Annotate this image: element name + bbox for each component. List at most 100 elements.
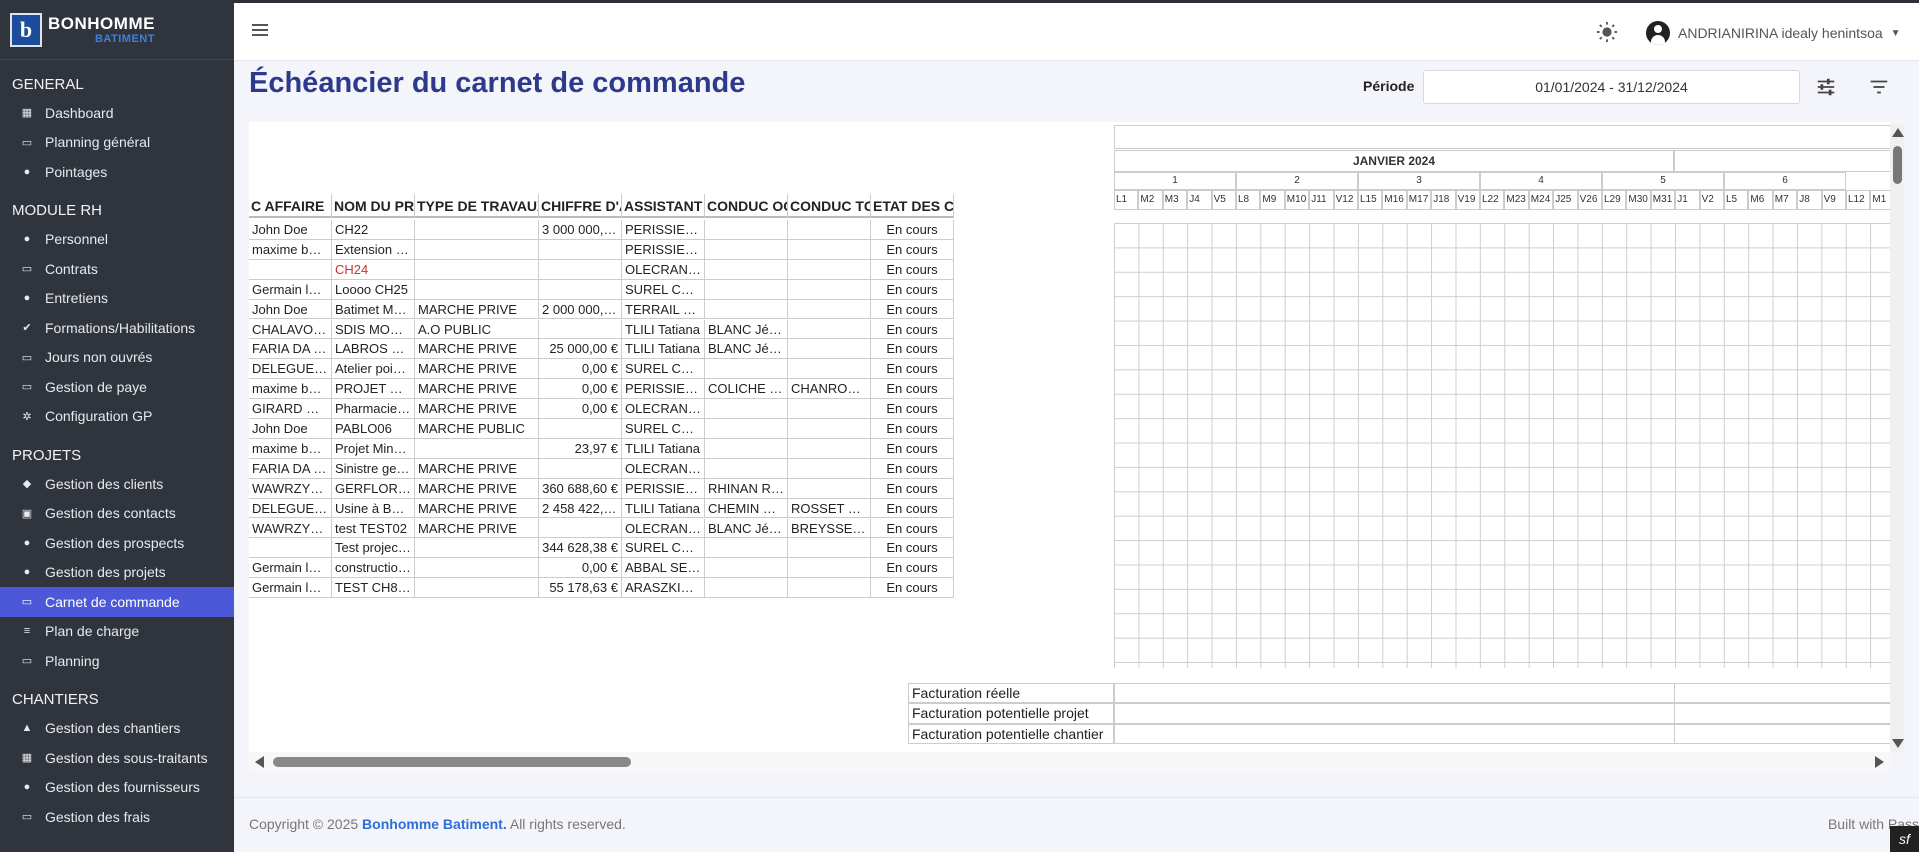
- user-menu[interactable]: ANDRIANIRINA idealy henintsoa ▼: [1646, 21, 1901, 45]
- sidebar-item[interactable]: ✔ Formations/Habilitations: [0, 313, 234, 343]
- table-row[interactable]: maxime bonh…Projet Mineral … 23,97 €TLILI…: [249, 438, 954, 459]
- table-cell: PABLO06: [332, 419, 415, 439]
- scroll-right-icon[interactable]: [1875, 756, 1884, 768]
- table-row[interactable]: John DoePABLO06MARCHE PUBLIC SUREL Camill…: [249, 419, 954, 439]
- scroll-down-icon[interactable]: [1892, 739, 1904, 748]
- table-row[interactable]: maxime bonh…Extension bati… PERISSIER Ma……: [249, 239, 954, 260]
- table-row[interactable]: John DoeCH22 3 000 000,00 €PERISSIER Ma… E…: [249, 220, 954, 240]
- sidebar-item[interactable]: ● Entretiens: [0, 284, 234, 314]
- column-header[interactable]: CONDUC OCBS: [705, 194, 788, 218]
- receipt-icon: ▭: [21, 811, 33, 824]
- prospect-icon: ●: [23, 536, 31, 549]
- table-row[interactable]: CH24 OLECRANO Sa… En cours: [249, 259, 954, 280]
- sidebar-item[interactable]: ● Personnel: [0, 225, 234, 255]
- table-row[interactable]: John DoeBatimet M3.2 …MARCHE PRIVE2 000 …: [249, 299, 954, 320]
- sidebar-item[interactable]: ▭ Gestion de paye: [0, 372, 234, 402]
- contacts-icon: ▣: [21, 507, 33, 520]
- table-row[interactable]: CHALAVOUX …SDIS MONTEL…A.O PUBLIC TLILI T…: [249, 319, 954, 340]
- column-header[interactable]: TYPE DE TRAVAUX: [415, 194, 539, 218]
- table-cell: PERISSIER Ma…: [622, 239, 705, 260]
- table-row[interactable]: FARIA DA CRU…LABROS SAIN…MARCHE PRIVE25 …: [249, 339, 954, 360]
- sidebar-item[interactable]: ✲ Configuration GP: [0, 402, 234, 432]
- table-cell: En cours: [871, 239, 954, 260]
- table-cell: TERRAIL Benj…: [622, 299, 705, 320]
- menu-toggle-icon[interactable]: [252, 24, 268, 38]
- brand-logo[interactable]: b BONHOMME BATIMENT: [0, 0, 234, 60]
- vertical-scrollbar[interactable]: [1890, 124, 1904, 752]
- sidebar-item[interactable]: ▲ Gestion des chantiers: [0, 714, 234, 744]
- sidebar-item[interactable]: ▣ Gestion des contacts: [0, 499, 234, 529]
- calendar-grid[interactable]: [1114, 223, 1890, 668]
- table-cell: TLILI Tatiana: [622, 438, 705, 459]
- sidebar-item[interactable]: ▭ Planning général: [0, 128, 234, 158]
- table-row[interactable]: Germain laurentLoooo CH25 SUREL Camille En…: [249, 279, 954, 300]
- filter-icon[interactable]: [1868, 76, 1890, 98]
- scroll-up-icon[interactable]: [1892, 128, 1904, 137]
- scroll-thumb[interactable]: [1893, 146, 1902, 184]
- column-header[interactable]: CONDUC TCE: [788, 194, 871, 218]
- table-row[interactable]: Germain laurentTEST CH888 55 178,63 €ARAS…: [249, 578, 954, 599]
- sidebar-item[interactable]: ≡ Plan de charge: [0, 617, 234, 647]
- table-cell: En cours: [871, 458, 954, 479]
- theme-toggle-icon[interactable]: [1596, 21, 1618, 43]
- table-cell: [788, 259, 871, 280]
- calendar-off-icon: ▭: [21, 351, 33, 364]
- column-header[interactable]: ASSISTANT …: [622, 194, 705, 218]
- calendar-top-band: [1114, 125, 1890, 149]
- table-cell: [249, 538, 332, 559]
- table-cell: En cours: [871, 438, 954, 459]
- sidebar-item[interactable]: ▭ Gestion des frais: [0, 802, 234, 832]
- table-cell: John Doe: [249, 299, 332, 320]
- calendar-day: M17: [1406, 190, 1432, 210]
- sidebar-item[interactable]: ▦ Dashboard: [0, 98, 234, 128]
- periode-date-range-input[interactable]: 01/01/2024 - 31/12/2024: [1423, 70, 1800, 104]
- sidebar-item[interactable]: ▭ Carnet de commande: [0, 587, 234, 617]
- company-link[interactable]: Bonhomme Batiment.: [362, 816, 507, 832]
- sidebar-item-label: Dashboard: [45, 104, 114, 121]
- symfony-toolbar-icon[interactable]: sf: [1890, 826, 1919, 852]
- table-cell: MARCHE PRIVE: [415, 299, 539, 320]
- facturation-row: [1114, 683, 1890, 704]
- calendar-icon: ▭: [21, 136, 33, 149]
- table-cell: Germain laurent: [249, 578, 332, 599]
- table-row[interactable]: DELEGUE KévinUsine à Bomb…MARCHE PRIVE2 …: [249, 498, 954, 519]
- table-cell: TLILI Tatiana: [622, 319, 705, 340]
- table-cell: SUREL Camille: [622, 279, 705, 300]
- table-cell: [539, 259, 622, 280]
- horizontal-scrollbar[interactable]: [249, 752, 1890, 772]
- table-cell: [415, 558, 539, 579]
- sidebar-item[interactable]: ◆ Gestion des clients: [0, 469, 234, 499]
- sidebar-item[interactable]: ▭ Jours non ouvrés: [0, 343, 234, 373]
- scroll-thumb-horizontal[interactable]: [273, 757, 631, 767]
- column-header[interactable]: ETAT DES CH…: [871, 194, 954, 218]
- table-row[interactable]: GIRARD RemiPharmacie XX …MARCHE PRIVE0,0…: [249, 399, 954, 419]
- sidebar-item[interactable]: ▭ Planning: [0, 646, 234, 676]
- sidebar-item[interactable]: ● Gestion des fournisseurs: [0, 773, 234, 803]
- sidebar-item[interactable]: ● Gestion des projets: [0, 558, 234, 588]
- table-cell: MARCHE PRIVE: [415, 518, 539, 539]
- column-header[interactable]: CHIFFRE D'A…: [539, 194, 622, 218]
- calendar-month-header: JANVIER 2024: [1114, 150, 1674, 172]
- scroll-left-icon[interactable]: [255, 756, 264, 768]
- table-row[interactable]: FARIA DA CRU…Sinistre gerflo…MARCHE PRIV…: [249, 458, 954, 479]
- table-row[interactable]: WAWRZYNIAK…GERFLOR OM…MARCHE PRIVE360 68…: [249, 478, 954, 499]
- sidebar-item[interactable]: ▦ Gestion des sous-traitants: [0, 743, 234, 773]
- column-header[interactable]: NOM DU PRO…: [332, 194, 415, 218]
- table-row[interactable]: Test project T… 344 628,38 €SUREL Camille…: [249, 538, 954, 559]
- table-row[interactable]: maxime bonh…PROJET X ICA…MARCHE PRIVE0,0…: [249, 379, 954, 400]
- sidebar-item[interactable]: ▭ Contrats: [0, 254, 234, 284]
- table-cell: [705, 578, 788, 599]
- table-cell: MARCHE PRIVE: [415, 359, 539, 380]
- table-row[interactable]: WAWRZYNIAK…test TEST02MARCHE PRIVE OLECRA…: [249, 518, 954, 539]
- table-row[interactable]: Germain laurentconstruction d… 0,00 €ABBA…: [249, 558, 954, 579]
- tune-settings-icon[interactable]: [1815, 76, 1837, 98]
- table-cell: MARCHE PRIVE: [415, 339, 539, 360]
- table-cell: [415, 438, 539, 459]
- table-cell: BLANC Jérémy: [705, 319, 788, 340]
- calendar-day: M24: [1528, 190, 1554, 210]
- table-row[interactable]: DELEGUE KévinAtelier poid lo…MARCHE PRIV…: [249, 359, 954, 380]
- column-header[interactable]: C AFFAIRE: [249, 194, 332, 218]
- sidebar-item[interactable]: ● Gestion des prospects: [0, 528, 234, 558]
- calendar-day: M2: [1138, 190, 1163, 210]
- sidebar-item[interactable]: ● Pointages: [0, 157, 234, 187]
